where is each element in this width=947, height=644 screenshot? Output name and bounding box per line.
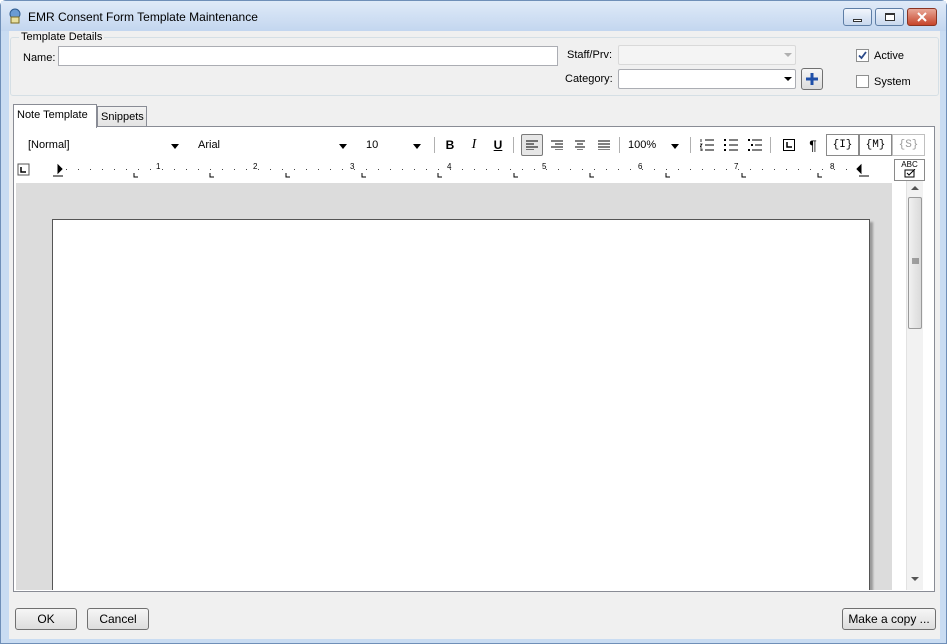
document-canvas[interactable] xyxy=(16,183,892,590)
toolbar-separator xyxy=(690,137,691,153)
ok-button[interactable]: OK xyxy=(15,608,77,630)
active-checkbox[interactable] xyxy=(856,49,869,62)
category-select[interactable] xyxy=(618,69,796,89)
staff-select[interactable] xyxy=(618,45,796,65)
numbered-list-icon xyxy=(700,139,714,151)
checkmark-icon xyxy=(858,51,867,60)
ruler-number: 1 xyxy=(156,162,161,171)
align-right-icon xyxy=(551,140,563,150)
ruler: 1 2 3 4 5 6 7 8 xyxy=(16,161,894,179)
ruler-number: 5 xyxy=(542,162,547,171)
title-bar: EMR Consent Form Template Maintenance xyxy=(1,1,946,31)
close-button[interactable] xyxy=(907,8,937,26)
template-details-group: Template Details Name: Staff/Prv: Catego… xyxy=(10,31,939,96)
spell-check-label: ABC xyxy=(901,160,918,169)
staff-label: Staff/Prv: xyxy=(567,49,613,61)
font-size-select[interactable]: 10 xyxy=(362,135,426,155)
ruler-number: 4 xyxy=(447,162,452,171)
ruler-scale xyxy=(17,163,869,178)
maximize-button[interactable] xyxy=(875,8,904,26)
tab-stop-icon xyxy=(783,139,795,151)
add-category-button[interactable] xyxy=(801,68,823,90)
chevron-down-icon xyxy=(671,144,679,149)
show-formatting-button[interactable]: ¶ xyxy=(802,134,824,156)
multilevel-list-button[interactable] xyxy=(744,134,766,156)
document-page[interactable] xyxy=(52,219,870,590)
tab-stop-button[interactable] xyxy=(778,134,800,156)
tab-note-template[interactable]: Note Template xyxy=(13,104,97,128)
system-checkbox[interactable] xyxy=(856,75,869,88)
grip-icon xyxy=(912,258,919,264)
toolbar-separator xyxy=(619,137,620,153)
ruler-number: 2 xyxy=(253,162,258,171)
window-title: EMR Consent Form Template Maintenance xyxy=(28,10,258,24)
scrollbar-thumb[interactable] xyxy=(908,197,922,329)
align-left-button[interactable] xyxy=(521,134,543,156)
category-label: Category: xyxy=(565,73,613,85)
vertical-scrollbar[interactable] xyxy=(906,181,923,590)
ruler-number: 8 xyxy=(830,162,835,171)
ruler-number: 7 xyxy=(734,162,739,171)
tab-snippets[interactable]: Snippets xyxy=(97,106,147,128)
app-icon xyxy=(9,8,21,24)
scroll-down-icon[interactable] xyxy=(911,577,919,582)
style-select[interactable]: [Normal] xyxy=(24,135,184,155)
align-right-button[interactable] xyxy=(546,134,568,156)
bullet-list-icon xyxy=(724,139,738,151)
chevron-down-icon xyxy=(339,144,347,149)
spell-check-button[interactable]: ABC xyxy=(894,159,925,181)
bold-button[interactable]: B xyxy=(439,134,461,156)
ruler-number: 3 xyxy=(350,162,355,171)
underline-button[interactable]: U xyxy=(487,134,509,156)
justify-button[interactable] xyxy=(593,134,615,156)
align-center-button[interactable] xyxy=(569,134,591,156)
toolbar-separator xyxy=(770,137,771,153)
chevron-down-icon xyxy=(784,53,792,57)
ruler-number: 6 xyxy=(638,162,643,171)
note-template-panel: [Normal] Arial 10 B I U 100% ¶ {I} {M} {… xyxy=(13,126,935,592)
maximize-icon xyxy=(884,13,895,21)
toolbar-separator xyxy=(513,137,514,153)
chevron-down-icon xyxy=(171,144,179,149)
name-field[interactable] xyxy=(58,46,558,66)
font-select[interactable]: Arial xyxy=(194,135,352,155)
italic-icon: I xyxy=(471,137,477,152)
editor-toolbar: [Normal] Arial 10 B I U 100% ¶ {I} {M} {… xyxy=(16,133,932,159)
zoom-select[interactable]: 100% xyxy=(624,135,684,155)
make-copy-button[interactable]: Make a copy ... xyxy=(842,608,936,630)
justify-icon xyxy=(598,140,610,150)
pilcrow-icon: ¶ xyxy=(809,137,817,153)
bullet-list-button[interactable] xyxy=(720,134,742,156)
plus-icon xyxy=(806,73,818,85)
chevron-down-icon xyxy=(413,144,421,149)
cancel-button[interactable]: Cancel xyxy=(87,608,149,630)
minimize-icon xyxy=(853,18,862,22)
toolbar-separator xyxy=(434,137,435,153)
main-window: EMR Consent Form Template Maintenance Te… xyxy=(0,0,947,644)
align-center-icon xyxy=(575,140,585,150)
bold-icon: B xyxy=(445,138,455,152)
client-area: Template Details Name: Staff/Prv: Catego… xyxy=(9,31,940,639)
numbered-list-button[interactable] xyxy=(696,134,718,156)
chevron-down-icon xyxy=(784,77,792,81)
spell-check-icon xyxy=(904,168,915,178)
active-label: Active xyxy=(874,50,904,62)
system-label: System xyxy=(874,76,911,88)
insert-field-i-button[interactable]: {I} xyxy=(826,134,859,156)
insert-field-s-button[interactable]: {S} xyxy=(892,134,925,156)
multilevel-list-icon xyxy=(748,139,762,151)
close-icon xyxy=(917,12,927,22)
minimize-button[interactable] xyxy=(843,8,872,26)
scroll-up-icon[interactable] xyxy=(911,185,919,190)
align-left-icon xyxy=(526,140,538,150)
insert-field-m-button[interactable]: {M} xyxy=(859,134,892,156)
underline-icon: U xyxy=(493,138,503,152)
name-label: Name: xyxy=(23,52,56,64)
italic-button[interactable]: I xyxy=(463,134,485,156)
template-details-legend: Template Details xyxy=(19,31,105,43)
